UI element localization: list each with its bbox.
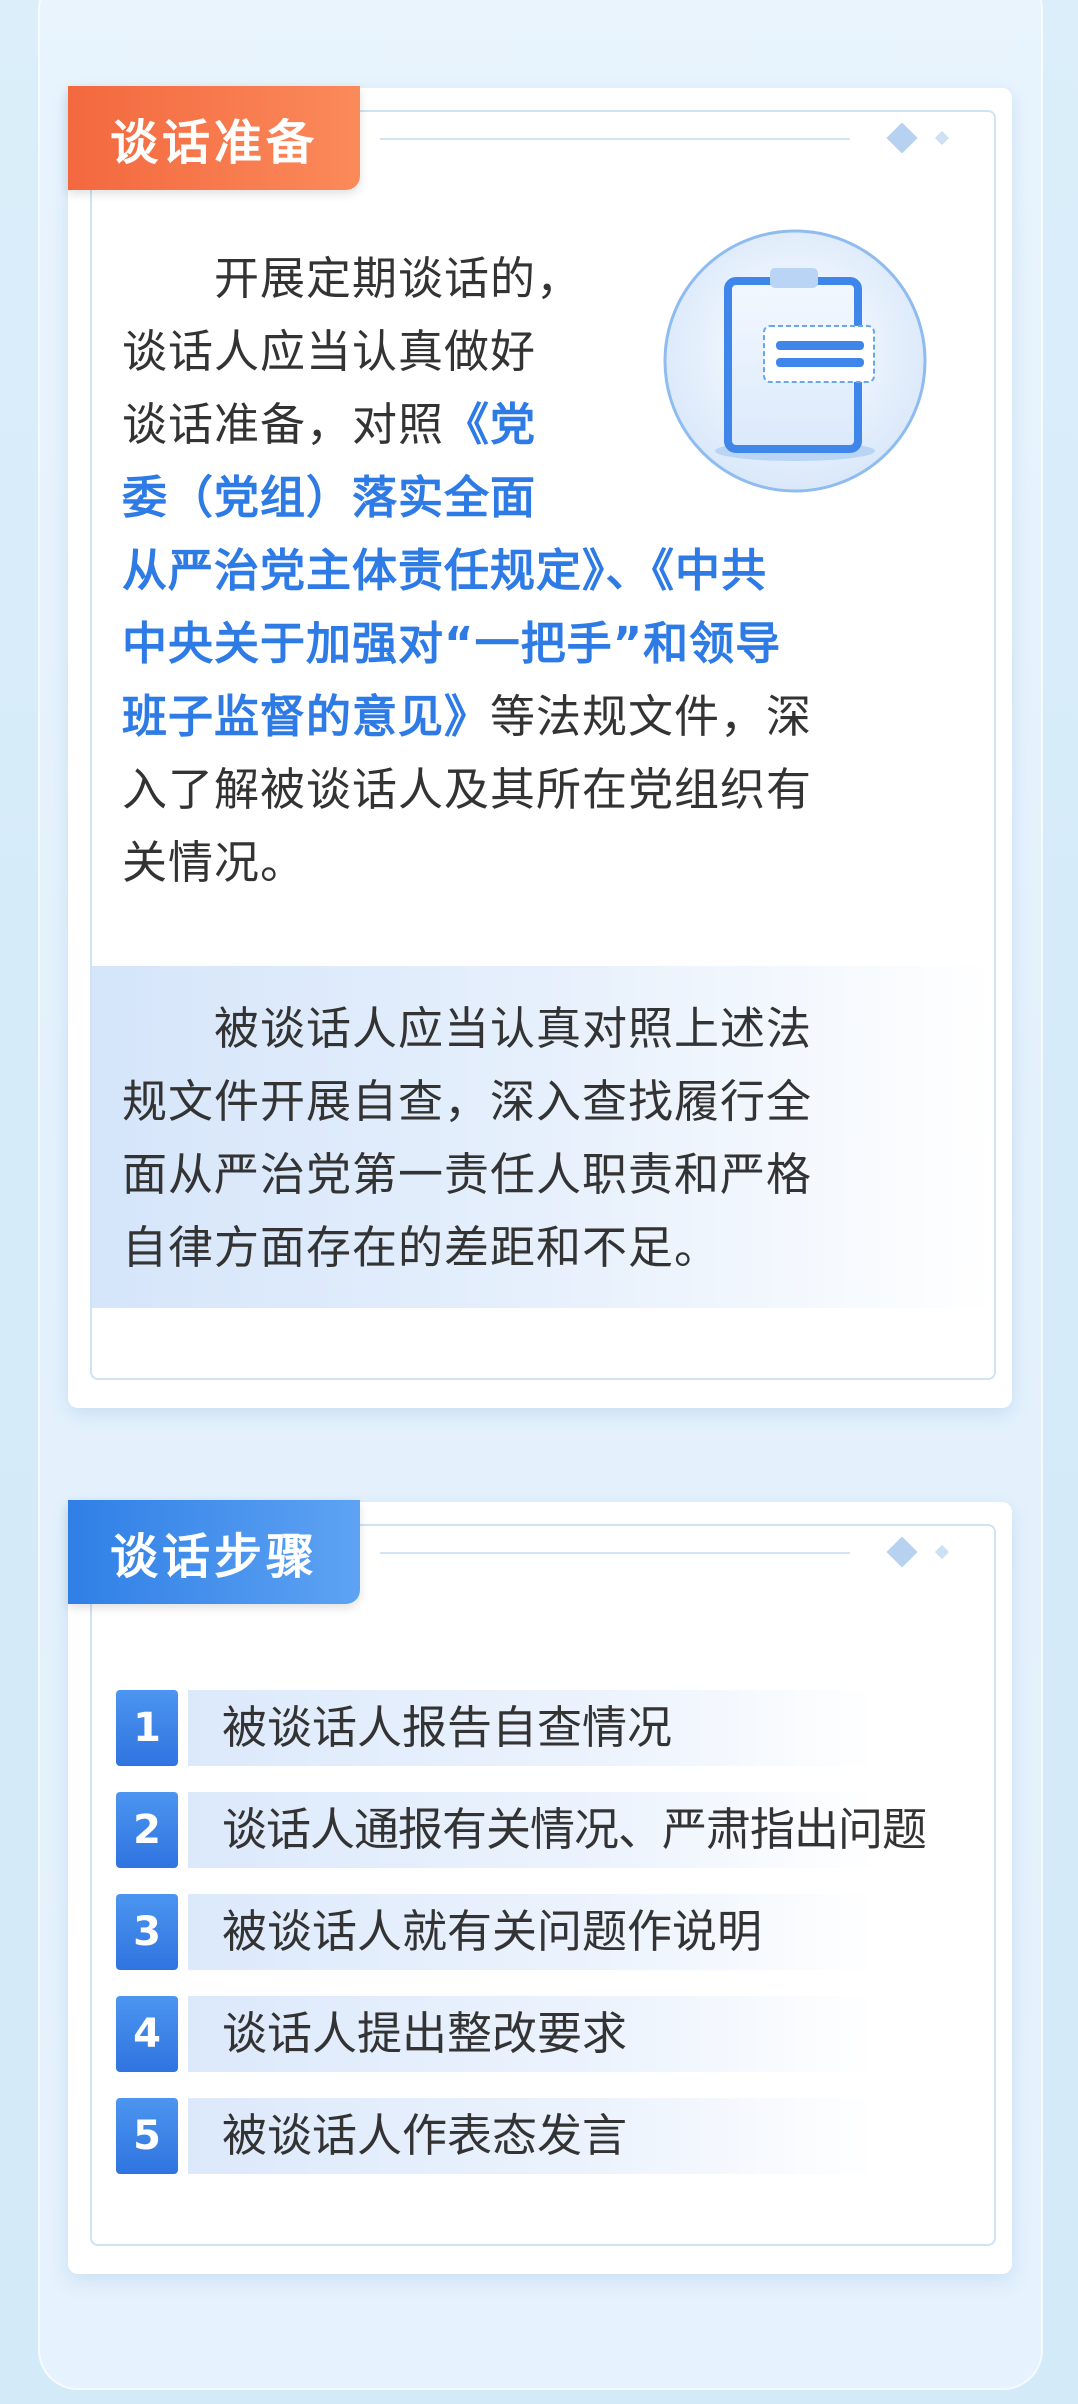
- paragraph-line: 委（党组）落实全面: [122, 461, 1002, 534]
- regulation-title-highlight: 委（党组）落实全面: [122, 471, 537, 524]
- paragraph-line: 谈话准备，对照《党: [122, 388, 1002, 461]
- step-number-badge: 4: [116, 1996, 178, 2072]
- title-divider-line: [380, 138, 850, 140]
- step-number-badge: 2: [116, 1792, 178, 1868]
- regulation-title-highlight: 《党: [444, 398, 537, 451]
- preparation-paragraph-2: 被谈话人应当认真对照上述法 规文件开展自查，深入查找履行全 面从严治党第一责任人…: [122, 992, 1002, 1284]
- paragraph-line: 谈话人应当认真做好: [122, 315, 1002, 388]
- paragraph-line: 规文件开展自查，深入查找履行全: [122, 1075, 813, 1128]
- paragraph-line: 自律方面存在的差距和不足。: [122, 1221, 721, 1274]
- paragraph-line: 开展定期谈话的，: [122, 242, 1002, 315]
- step-number-badge: 1: [116, 1690, 178, 1766]
- paragraph-line: 关情况。: [122, 826, 1002, 899]
- step-number-badge: 5: [116, 2098, 178, 2174]
- step-text: 谈话人提出整改要求: [222, 2007, 628, 2060]
- step-item: 1 被谈话人报告自查情况: [116, 1690, 976, 1766]
- preparation-paragraph-1: 开展定期谈话的， 谈话人应当认真做好 谈话准备，对照《党 委（党组）落实全面 从严治党主…: [122, 242, 1002, 899]
- title-divider-line: [380, 1552, 850, 1554]
- paragraph-text: 关情况。: [122, 836, 307, 889]
- paragraph-text: 谈话人应当认真做好: [122, 325, 537, 378]
- paragraph-line: 中央关于加强对“一把手”和领导: [122, 607, 1002, 680]
- regulation-title-highlight: 中央关于加强对“一把手”和领导: [122, 617, 782, 670]
- step-number-badge: 3: [116, 1894, 178, 1970]
- section-title-steps: 谈话步骤: [68, 1500, 360, 1604]
- step-item: 3 被谈话人就有关问题作说明: [116, 1894, 976, 1970]
- paragraph-text: 入了解被谈话人及其所在党组织有: [122, 763, 813, 816]
- step-text: 被谈话人作表态发言: [222, 2109, 628, 2162]
- step-item: 2 谈话人通报有关情况、严肃指出问题: [116, 1792, 976, 1868]
- paragraph-line: 面从严治党第一责任人职责和严格: [122, 1148, 813, 1201]
- paragraph-text: 开展定期谈话的，: [122, 252, 583, 305]
- paragraph-line: 从严治党主体责任规定》、《中共: [122, 534, 1002, 607]
- paragraph-text: 等法规文件，深: [490, 690, 813, 743]
- step-text: 被谈话人报告自查情况: [222, 1701, 673, 1754]
- step-text: 谈话人通报有关情况、严肃指出问题: [222, 1803, 927, 1856]
- step-text: 被谈话人就有关问题作说明: [222, 1905, 763, 1958]
- regulation-title-highlight: 从严治党主体责任规定》、《中共: [122, 544, 768, 597]
- paragraph-text: 谈话准备，对照: [122, 398, 445, 451]
- step-item: 5 被谈话人作表态发言: [116, 2098, 976, 2174]
- paragraph-line: 班子监督的意见》等法规文件，深: [122, 680, 1002, 753]
- paragraph-line: 入了解被谈话人及其所在党组织有: [122, 753, 1002, 826]
- section-title-preparation: 谈话准备: [68, 86, 360, 190]
- step-item: 4 谈话人提出整改要求: [116, 1996, 976, 2072]
- regulation-title-highlight: 班子监督的意见》: [122, 690, 491, 743]
- paragraph-line: 被谈话人应当认真对照上述法: [122, 1002, 813, 1055]
